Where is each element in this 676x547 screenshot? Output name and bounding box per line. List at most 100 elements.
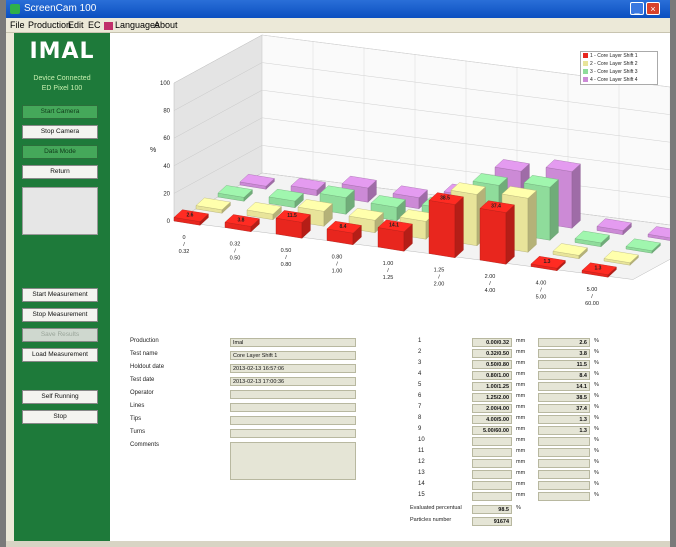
stop-button[interactable]: Stop — [22, 410, 98, 424]
particles-value-field: 91674 — [472, 517, 512, 526]
range-index: 6 — [418, 393, 422, 399]
x-tick-label: 5.00/60.00 — [585, 287, 599, 307]
legend-label: 4 - Core Layer Shift 4 — [590, 77, 638, 83]
field-label: Operator — [130, 390, 154, 396]
range-bounds-field: 1.25/2.00 — [472, 393, 512, 402]
legend-swatch — [583, 61, 588, 66]
range-percent-unit: % — [594, 404, 599, 410]
range-value-field — [538, 459, 590, 468]
evaluated-label: Evaluated percentual — [410, 505, 462, 511]
range-bounds-field: 2.00/4.00 — [472, 404, 512, 413]
legend-label: 3 - Core Layer Shift 3 — [590, 69, 638, 75]
field-label: Comments — [130, 442, 160, 448]
range-value-field — [538, 470, 590, 479]
close-button[interactable]: × — [646, 2, 660, 15]
camera-preview — [22, 187, 98, 235]
return-button[interactable]: Return — [22, 165, 98, 179]
bar-1-6 — [428, 192, 464, 259]
field-label: Holdout date — [130, 364, 165, 370]
range-percent-unit: % — [594, 338, 599, 344]
range-bounds-field — [472, 448, 512, 457]
tips-field[interactable] — [230, 416, 356, 425]
range-percent-unit: % — [594, 349, 599, 355]
lines-field[interactable] — [230, 403, 356, 412]
y-axis-label: % — [150, 147, 156, 154]
test-name-field[interactable]: Core Layer Shift 1 — [230, 351, 356, 360]
range-percent-unit: % — [594, 426, 599, 432]
minimize-button[interactable]: _ — [630, 2, 644, 15]
range-unit: mm — [516, 338, 526, 344]
x-tick-label: 0.50/0.80 — [281, 248, 292, 268]
operator-field[interactable] — [230, 390, 356, 399]
bar-data-label: 38.5 — [440, 195, 450, 201]
start-measurement-button[interactable]: Start Measurement — [22, 288, 98, 302]
range-unit: mm — [516, 459, 526, 465]
y-tick-label: 100 — [160, 81, 171, 87]
imal-logo: IMAL — [29, 39, 95, 64]
range-value-field — [538, 481, 590, 490]
start-camera-button[interactable]: Start Camera — [22, 105, 98, 119]
range-bounds-field — [472, 459, 512, 468]
range-bounds-field: 5.00/60.00 — [472, 426, 512, 435]
x-tick-label: 1.25/2.00 — [434, 268, 445, 288]
menu-file[interactable]: File — [10, 18, 25, 32]
comments-field[interactable] — [230, 442, 356, 480]
status-bar — [6, 541, 670, 547]
range-unit: mm — [516, 426, 526, 432]
range-percent-unit: % — [594, 360, 599, 366]
y-tick-label: 0 — [167, 219, 171, 225]
range-unit: mm — [516, 382, 526, 388]
range-index: 5 — [418, 382, 422, 388]
save-results-button[interactable]: Save Results — [22, 328, 98, 342]
bar-data-label: 11.5 — [287, 213, 297, 219]
range-percent-unit: % — [594, 393, 599, 399]
stop-camera-button[interactable]: Stop Camera — [22, 125, 98, 139]
range-bounds-field — [472, 481, 512, 490]
range-value-field: 3.8 — [538, 349, 590, 358]
range-bounds-field: 0.00/0.32 — [472, 338, 512, 347]
data-mode-button[interactable]: Data Mode — [22, 145, 98, 159]
range-percent-unit: % — [594, 481, 599, 487]
y-tick-label: 80 — [163, 109, 170, 115]
range-bounds-field — [472, 470, 512, 479]
menu-about[interactable]: About — [154, 18, 178, 32]
turns-field[interactable] — [230, 429, 356, 438]
field-label: Turns — [130, 429, 146, 435]
holdout-date-field[interactable]: 2013-02-13 16:57:06 — [230, 364, 356, 373]
range-bounds-field: 0.50/0.80 — [472, 360, 512, 369]
range-index: 8 — [418, 415, 422, 421]
range-value-field: 1.3 — [538, 415, 590, 424]
range-percent-unit: % — [594, 459, 599, 465]
range-index: 14 — [418, 481, 425, 487]
range-unit: mm — [516, 470, 526, 476]
menu-edit[interactable]: Edit — [68, 18, 84, 32]
range-unit: mm — [516, 415, 526, 421]
menu-ec[interactable]: EC — [88, 18, 101, 32]
x-tick-label: 4.00/5.00 — [536, 281, 547, 301]
range-index: 12 — [418, 459, 425, 465]
bar-data-label: 1.3 — [544, 259, 551, 265]
self-running-button[interactable]: Self Running — [22, 390, 98, 404]
range-index: 2 — [418, 349, 422, 355]
production-field[interactable]: Imal — [230, 338, 356, 347]
range-bounds-field: 1.00/1.25 — [472, 382, 512, 391]
range-value-field: 14.1 — [538, 382, 590, 391]
menu-languages[interactable]: Languages — [104, 18, 160, 32]
bar-data-label: 1.3 — [595, 266, 602, 272]
range-bounds-field: 4.00/5.00 — [472, 415, 512, 424]
bar-1-7 — [479, 200, 515, 265]
field-label: Test name — [130, 351, 158, 357]
x-tick-label: 0/0.32 — [179, 235, 190, 255]
load-measurement-button[interactable]: Load Measurement — [22, 348, 98, 362]
range-value-field — [538, 492, 590, 501]
legend-swatch — [583, 69, 588, 74]
test-date-field[interactable]: 2013-02-13 17:00:36 — [230, 377, 356, 386]
field-label: Production — [130, 338, 159, 344]
range-index: 7 — [418, 404, 422, 410]
menu-bar: File Production Edit EC Languages About — [6, 18, 670, 33]
menu-production[interactable]: Production — [28, 18, 71, 32]
stop-measurement-button[interactable]: Stop Measurement — [22, 308, 98, 322]
range-percent-unit: % — [594, 492, 599, 498]
particles-label: Particles number — [410, 517, 452, 523]
range-index: 10 — [418, 437, 425, 443]
